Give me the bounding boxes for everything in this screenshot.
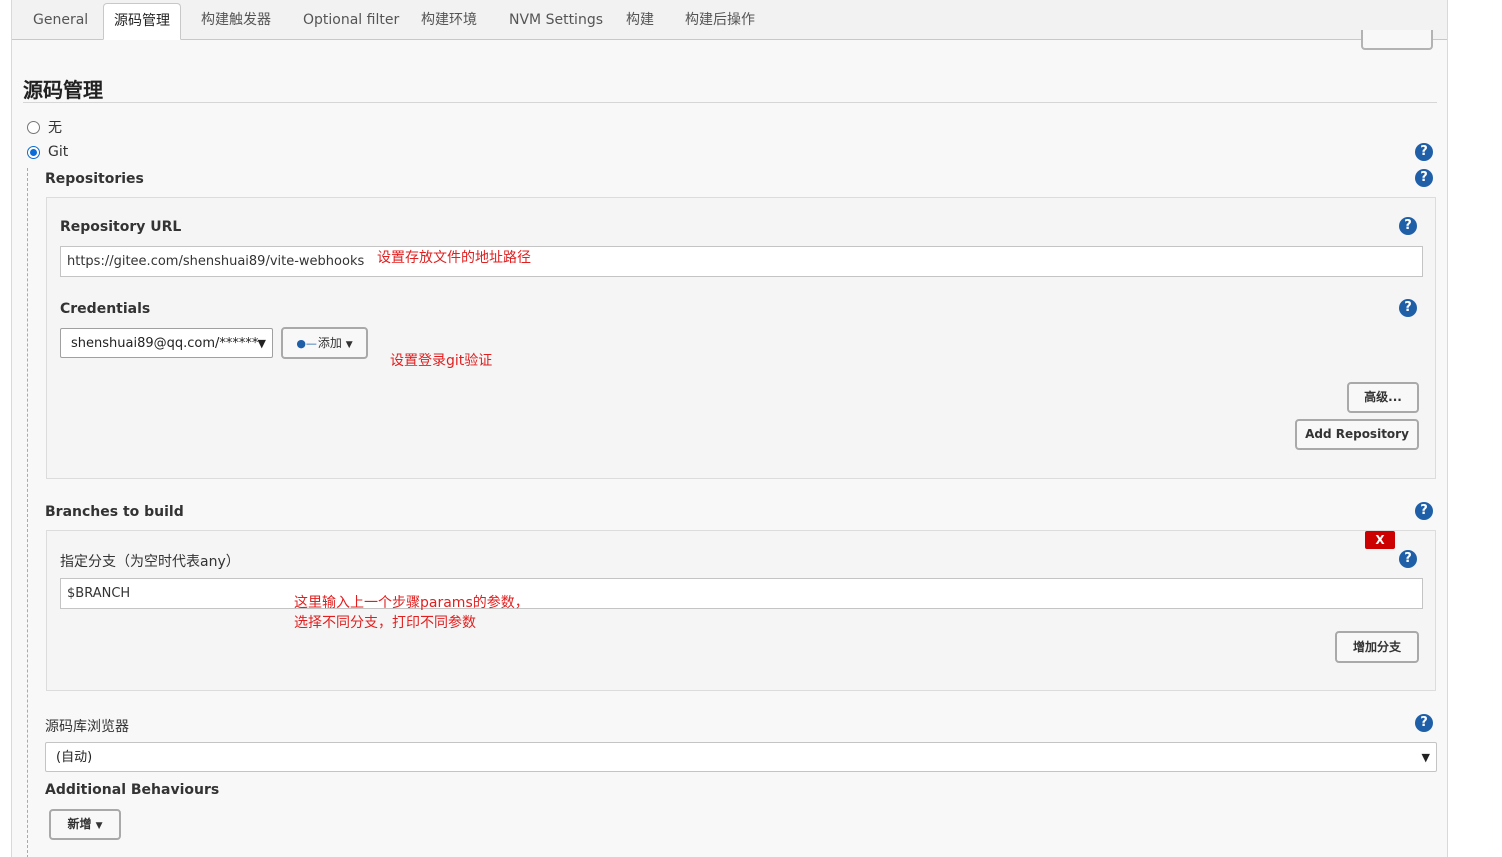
credentials-label: Credentials xyxy=(60,301,151,317)
tab-post-build[interactable]: 构建后操作 xyxy=(675,3,765,39)
branches-label: Branches to build xyxy=(45,504,184,520)
tab-build[interactable]: 构建 xyxy=(616,3,664,39)
scm-option-git[interactable]: Git xyxy=(27,144,68,160)
repository-url-label: Repository URL xyxy=(60,219,182,235)
git-nested-indicator xyxy=(27,168,28,857)
repository-browser-value: (自动) xyxy=(56,750,93,765)
help-icon-browser[interactable]: ? xyxy=(1415,714,1433,732)
branch-spec-input[interactable]: $BRANCH xyxy=(60,578,1423,609)
add-repository-button[interactable]: Add Repository xyxy=(1295,419,1419,450)
behaviours-label: Additional Behaviours xyxy=(45,782,220,798)
add-credentials-label: 添加 xyxy=(317,336,342,350)
tab-build-triggers[interactable]: 构建触发器 xyxy=(191,3,281,39)
tab-bar: General 源码管理 构建触发器 Optional filter 构建环境 … xyxy=(12,0,1447,40)
branch-spec-label: 指定分支（为空时代表any） xyxy=(60,554,240,570)
tab-general[interactable]: General xyxy=(23,3,98,39)
help-icon-branches[interactable]: ? xyxy=(1415,502,1433,520)
add-credentials-button[interactable]: ●—添加 ▼ xyxy=(281,327,368,359)
chevron-down-icon: ▼ xyxy=(1421,751,1430,764)
repository-url-input[interactable]: https://gitee.com/shenshuai89/vite-webho… xyxy=(60,246,1423,277)
annotation-credentials: 设置登录git验证 xyxy=(390,353,493,369)
caret-down-icon: ▼ xyxy=(345,340,353,350)
annotation-url: 设置存放文件的地址路径 xyxy=(377,250,531,266)
add-behaviour-label: 新增 xyxy=(67,817,92,831)
repository-browser-label: 源码库浏览器 xyxy=(45,719,129,735)
repository-browser-select[interactable]: (自动) ▼ xyxy=(45,742,1437,772)
radio-git[interactable] xyxy=(27,145,40,159)
help-icon-git[interactable]: ? xyxy=(1415,143,1433,161)
tab-nvm-settings[interactable]: NVM Settings xyxy=(499,3,613,39)
help-icon-credentials[interactable]: ? xyxy=(1399,299,1417,317)
advanced-button[interactable]: 高级... xyxy=(1347,382,1419,413)
help-icon-repository-url[interactable]: ? xyxy=(1399,217,1417,235)
add-behaviour-button[interactable]: 新增 ▼ xyxy=(49,809,121,840)
add-branch-button[interactable]: 增加分支 xyxy=(1335,631,1419,663)
radio-git-label: Git xyxy=(48,144,69,160)
caret-down-icon: ▼ xyxy=(95,821,103,831)
chevron-down-icon: ▼ xyxy=(257,337,266,350)
branch-box: X 指定分支（为空时代表any） ? $BRANCH 这里输入上一个步骤para… xyxy=(46,530,1436,691)
radio-none-label: 无 xyxy=(48,120,62,136)
repository-box: Repository URL ? https://gitee.com/shens… xyxy=(46,197,1436,479)
tab-scm[interactable]: 源码管理 xyxy=(103,3,181,40)
help-icon-branch-spec[interactable]: ? xyxy=(1399,550,1417,568)
config-panel: General 源码管理 构建触发器 Optional filter 构建环境 … xyxy=(11,0,1448,857)
key-icon: ●— xyxy=(296,337,317,350)
tab-build-environment[interactable]: 构建环境 xyxy=(411,3,487,39)
radio-none[interactable] xyxy=(27,120,40,134)
clipped-top-button[interactable] xyxy=(1361,30,1433,50)
delete-branch-button[interactable]: X xyxy=(1365,531,1395,549)
section-title: 源码管理 xyxy=(23,78,103,102)
credentials-select-value: shenshuai89@qq.com/****** xyxy=(71,336,259,351)
annotation-branch-line2: 选择不同分支，打印不同参数 xyxy=(294,615,476,631)
repositories-label: Repositories xyxy=(45,171,144,187)
scm-option-none[interactable]: 无 xyxy=(27,117,62,137)
tab-optional-filter[interactable]: Optional filter xyxy=(293,3,409,39)
credentials-select[interactable]: shenshuai89@qq.com/****** ▼ xyxy=(60,328,273,358)
annotation-branch-line1: 这里输入上一个步骤params的参数， xyxy=(294,595,529,611)
help-icon-repositories[interactable]: ? xyxy=(1415,169,1433,187)
section-divider xyxy=(23,102,1437,103)
